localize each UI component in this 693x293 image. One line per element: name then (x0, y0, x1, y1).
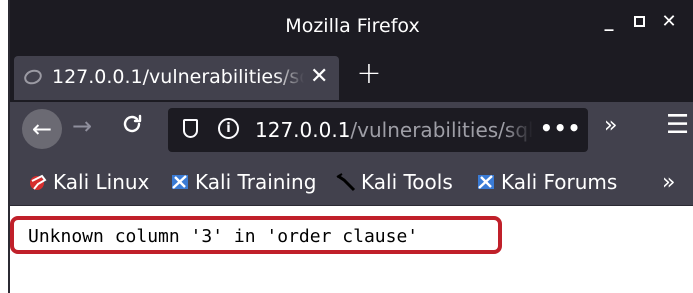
reload-button[interactable] (120, 112, 144, 142)
url-path: /vulnerabilities/sqli/ (350, 118, 533, 142)
kali-linux-icon (30, 174, 47, 190)
tab-sqli[interactable]: 127.0.0.1/vulnerabilities/sqli/ ✕ (14, 56, 339, 100)
browser-window: Mozilla Firefox _ ✕ 127.0.0.1/vulnerabil… (8, 0, 693, 293)
maximize-icon (633, 16, 645, 27)
reload-icon (123, 114, 142, 133)
page-content: Unknown column '3' in 'order clause' (10, 207, 693, 293)
bookmark-kali-training[interactable]: Kali Training (170, 170, 316, 194)
forward-arrow-icon: → (72, 112, 93, 140)
url-host: 127.0.0.1 (255, 118, 351, 142)
sql-error-message: Unknown column '3' in 'order clause' (28, 226, 419, 247)
minimize-button[interactable]: _ (597, 12, 621, 32)
tab-strip: 127.0.0.1/vulnerabilities/sqli/ ✕ + (10, 50, 693, 102)
bookmarks-overflow-button[interactable]: » (662, 170, 675, 195)
tracking-protection-shield-icon[interactable] (183, 119, 198, 138)
bookmark-kali-forums[interactable]: Kali Forums (476, 170, 617, 194)
close-window-button[interactable]: ✕ (657, 12, 681, 32)
bookmarks-toolbar: Kali Linux Kali Training Kali Tools Kali… (10, 158, 693, 206)
window-title: Mozilla Firefox (285, 15, 420, 37)
bookmark-label: Kali Tools (361, 170, 453, 194)
tab-title: 127.0.0.1/vulnerabilities/sqli/ (52, 66, 304, 88)
back-arrow-icon: ← (31, 115, 53, 143)
back-button[interactable]: ← (22, 109, 62, 149)
bookmark-label: Kali Training (195, 170, 317, 194)
url-bar[interactable]: i 127.0.0.1/vulnerabilities/sqli/ ••• (168, 108, 588, 152)
url-text[interactable]: 127.0.0.1/vulnerabilities/sqli/ (255, 118, 533, 142)
bookmark-kali-tools[interactable]: Kali Tools (336, 170, 453, 194)
new-tab-button[interactable]: + (354, 56, 384, 91)
bookmark-label: Kali Linux (53, 170, 150, 194)
close-tab-button[interactable]: ✕ (310, 64, 328, 89)
maximize-button[interactable] (627, 12, 651, 32)
forward-button[interactable]: → (72, 112, 92, 140)
page-actions-button[interactable]: ••• (540, 116, 581, 140)
kali-forums-icon (478, 175, 494, 189)
site-info-icon[interactable]: i (218, 118, 239, 139)
title-bar: Mozilla Firefox _ ✕ (10, 0, 693, 50)
kali-training-icon (172, 175, 188, 189)
kali-favicon-icon (22, 67, 44, 87)
toolbar-overflow-button[interactable]: » (604, 113, 617, 138)
navigation-toolbar: ← → i 127.0.0.1/vulnerabilities/sqli/ ••… (10, 102, 693, 158)
kali-tools-icon (336, 173, 356, 192)
error-highlight-box: Unknown column '3' in 'order clause' (10, 216, 502, 254)
bookmark-label: Kali Forums (501, 170, 618, 194)
bookmark-kali-linux[interactable]: Kali Linux (28, 170, 149, 194)
hamburger-menu-button[interactable]: ☰ (666, 110, 689, 140)
